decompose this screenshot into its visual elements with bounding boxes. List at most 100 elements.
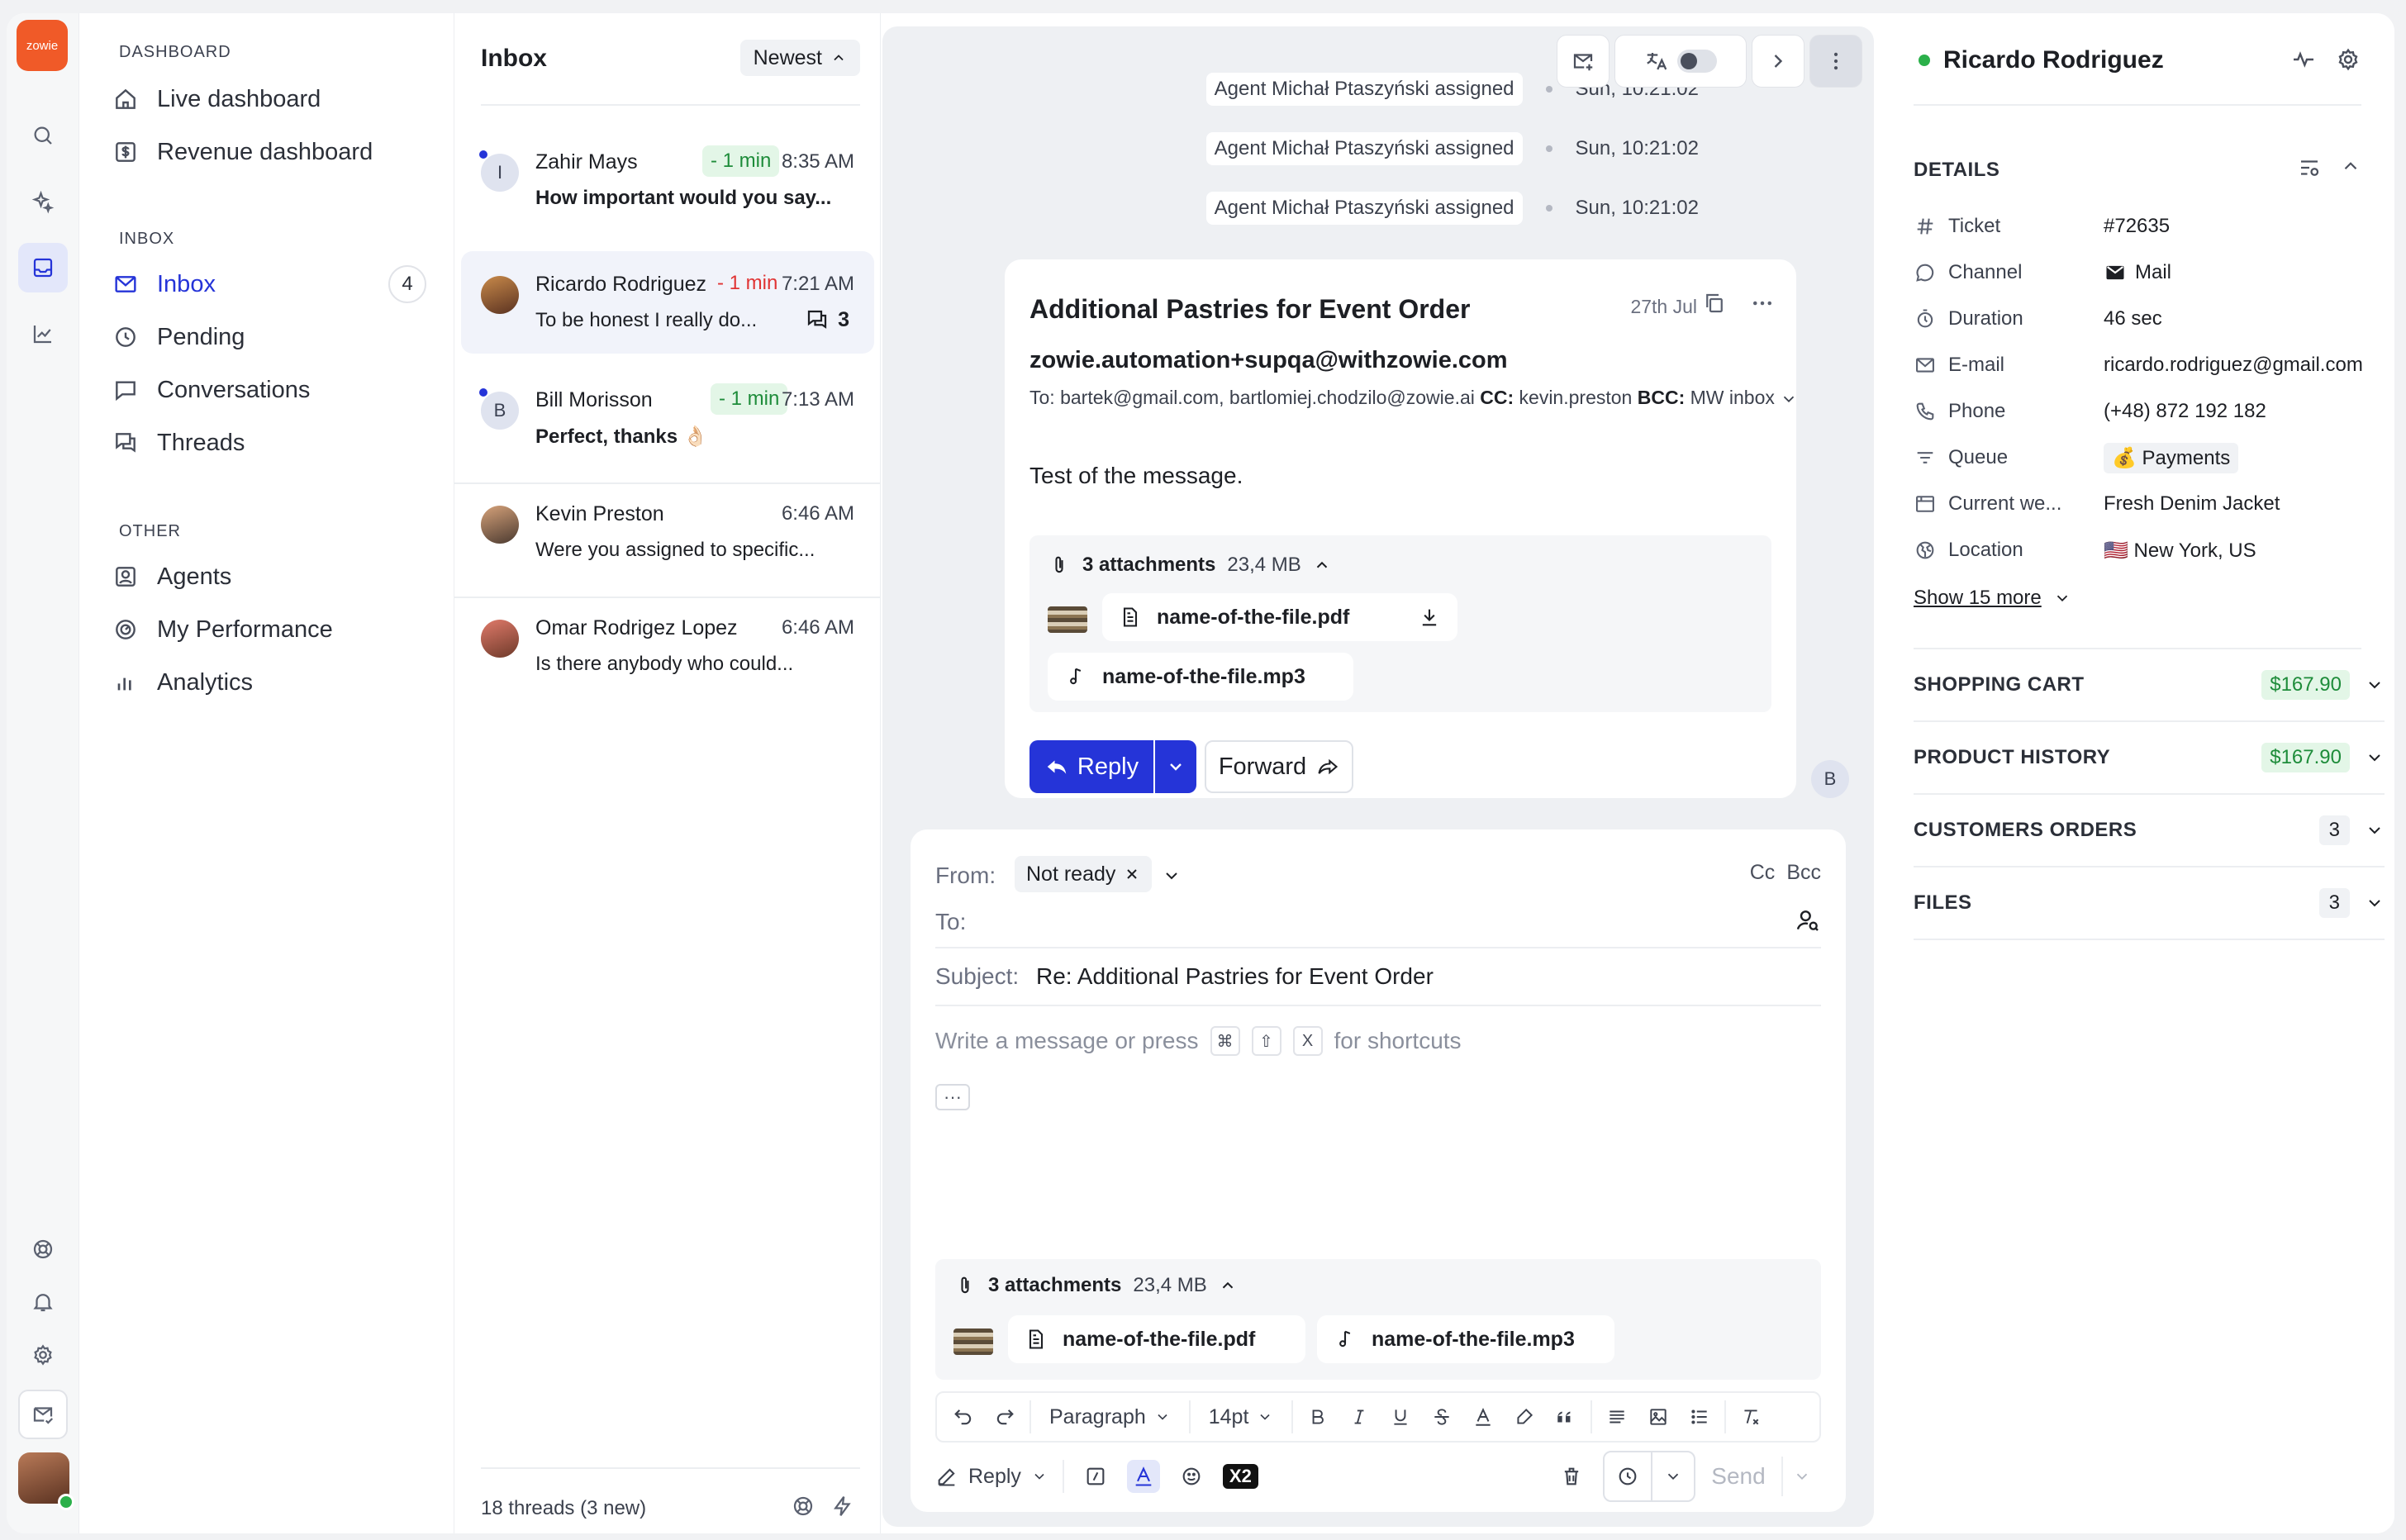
activity-icon[interactable] — [2290, 46, 2317, 73]
copy-icon[interactable] — [1702, 291, 1727, 316]
inbox-icon[interactable] — [18, 243, 68, 292]
accordion-shopping-cart[interactable]: SHOPPING CART $167.90 — [1914, 649, 2385, 722]
image-icon[interactable] — [1642, 1400, 1675, 1433]
download-icon[interactable] — [1418, 606, 1441, 629]
paragraph-style-value: Paragraph — [1049, 1405, 1146, 1428]
mail-add-button[interactable] — [1557, 35, 1610, 88]
settings-icon[interactable] — [18, 1330, 68, 1380]
cc-button[interactable]: Cc — [1750, 861, 1776, 885]
conversation-item[interactable]: Kevin Preston 6:46 AM Were you assigned … — [461, 481, 874, 583]
nav-item-conversations[interactable]: Conversations — [112, 367, 426, 413]
schedule-send[interactable] — [1603, 1451, 1695, 1502]
bold-icon[interactable] — [1301, 1400, 1334, 1433]
nav-item-inbox[interactable]: Inbox 4 — [112, 261, 426, 307]
reply-options-dropdown[interactable] — [1155, 740, 1196, 793]
unread-dot — [478, 149, 489, 160]
from-selector[interactable]: Not ready — [1015, 856, 1153, 892]
nav-item-agents[interactable]: Agents — [112, 554, 426, 600]
settings-icon[interactable] — [2335, 46, 2361, 73]
chevron-down-icon[interactable] — [1162, 866, 1182, 886]
nav-item-label: Analytics — [157, 668, 254, 696]
attachments-header[interactable]: 3 attachments 23,4 MB — [953, 1274, 1237, 1297]
x2-button[interactable]: X2 — [1222, 1464, 1258, 1489]
nav-item-analytics[interactable]: Analytics — [112, 659, 426, 706]
translate-switch[interactable] — [1677, 50, 1717, 73]
help-icon[interactable] — [18, 1224, 68, 1274]
accordion-product-history[interactable]: PRODUCT HISTORY $167.90 — [1914, 722, 2385, 795]
nav-item-revenue-dashboard[interactable]: Revenue dashboard — [112, 129, 426, 175]
slash-command-icon[interactable] — [1079, 1460, 1112, 1493]
more-options-button[interactable] — [1809, 35, 1862, 88]
file-attachment[interactable]: name-of-the-file.pdf — [1102, 593, 1457, 641]
send-options-dropdown[interactable] — [1783, 1460, 1821, 1493]
music-note-icon — [1339, 1330, 1351, 1348]
underline-icon[interactable] — [1384, 1400, 1417, 1433]
nav-item-live-dashboard[interactable]: Live dashboard — [112, 76, 426, 122]
file-attachment[interactable]: name-of-the-file.pdf — [1008, 1315, 1305, 1363]
sparkles-icon[interactable] — [18, 177, 68, 226]
chevron-up-icon[interactable] — [2340, 155, 2361, 177]
quote-icon[interactable] — [1549, 1400, 1582, 1433]
bullet-list-icon[interactable] — [1683, 1400, 1716, 1433]
sort-dropdown[interactable]: Newest — [739, 40, 860, 76]
detail-value[interactable]: ricardo.rodriguez@gmail.com — [2104, 354, 2363, 377]
paragraph-style-select[interactable]: Paragraph — [1039, 1405, 1181, 1429]
translate-toggle[interactable] — [1614, 35, 1747, 88]
reply-button[interactable]: Reply — [1029, 740, 1153, 793]
conversation-item[interactable]: I Zahir Mays - 1 min 8:35 AM How importa… — [461, 129, 874, 231]
conversation-item[interactable]: Ricardo Rodriguez - 1 min 7:21 AM To be … — [461, 251, 874, 354]
lightning-icon[interactable] — [830, 1494, 855, 1519]
threads-icon — [807, 310, 827, 329]
strikethrough-icon[interactable] — [1425, 1400, 1458, 1433]
image-thumbnail[interactable] — [1048, 606, 1087, 633]
clear-formatting-icon[interactable] — [1734, 1400, 1767, 1433]
forward-button[interactable]: Forward — [1205, 740, 1353, 793]
mail-check-icon[interactable] — [18, 1390, 68, 1439]
attachments-header[interactable]: 3 attachments 23,4 MB — [1048, 554, 1331, 577]
close-icon[interactable] — [1124, 866, 1140, 882]
to-input[interactable] — [993, 901, 1770, 939]
text-format-icon[interactable] — [1126, 1460, 1160, 1493]
email-subject: Additional Pastries for Event Order — [1029, 294, 1471, 324]
message-editor[interactable]: Write a message or press ⌘ ⇧ X for short… — [935, 1026, 1462, 1056]
more-options-button[interactable]: ··· — [935, 1084, 970, 1110]
chart-icon[interactable] — [18, 309, 68, 359]
undo-icon[interactable] — [947, 1400, 980, 1433]
text-color-icon[interactable] — [1467, 1400, 1500, 1433]
search-icon[interactable] — [18, 111, 68, 160]
conversation-item[interactable]: B Bill Morisson - 1 min 7:13 AM Perfect,… — [461, 367, 874, 469]
more-horizontal-icon[interactable] — [1750, 291, 1775, 316]
file-attachment[interactable]: name-of-the-file.mp3 — [1317, 1315, 1614, 1363]
file-attachment[interactable]: name-of-the-file.mp3 — [1048, 653, 1353, 701]
highlight-icon[interactable] — [1508, 1400, 1541, 1433]
nav-item-my-performance[interactable]: My Performance — [112, 606, 426, 653]
align-icon[interactable] — [1600, 1400, 1633, 1433]
font-size-select[interactable]: 14pt — [1199, 1405, 1284, 1429]
emoji-icon[interactable] — [1175, 1460, 1208, 1493]
detail-value[interactable]: (+48) 872 192 182 — [2104, 400, 2266, 423]
chevron-down-icon — [1260, 1414, 1271, 1420]
send-button[interactable]: Send — [1695, 1463, 1781, 1490]
accordion-customers-orders[interactable]: CUSTOMERS ORDERS 3 — [1914, 795, 2385, 867]
chevron-down-icon[interactable] — [1780, 390, 1798, 408]
reply-mode-select[interactable]: Reply — [935, 1465, 1048, 1489]
contact-search-icon[interactable] — [1795, 907, 1821, 934]
help-icon[interactable] — [791, 1494, 815, 1519]
zowie-logo[interactable]: zowie — [17, 20, 68, 71]
nav-item-threads[interactable]: Threads — [112, 420, 426, 466]
show-more-link[interactable]: Show 15 more — [1914, 587, 2071, 610]
bell-icon[interactable] — [18, 1277, 68, 1327]
detail-label: Phone — [1948, 400, 2006, 422]
accordion-files[interactable]: FILES 3 — [1914, 867, 2385, 940]
image-thumbnail[interactable] — [953, 1328, 993, 1355]
next-button[interactable] — [1752, 35, 1804, 88]
subject-input[interactable]: Re: Additional Pastries for Event Order — [1036, 963, 1434, 990]
detail-value: Mail — [2135, 261, 2172, 283]
filter-settings-icon[interactable] — [2297, 155, 2322, 180]
italic-icon[interactable] — [1343, 1400, 1376, 1433]
conversation-item[interactable]: Omar Rodrigez Lopez 6:46 AM Is there any… — [461, 595, 874, 697]
trash-icon[interactable] — [1555, 1460, 1588, 1493]
bcc-button[interactable]: Bcc — [1786, 861, 1821, 885]
redo-icon[interactable] — [988, 1400, 1021, 1433]
nav-item-pending[interactable]: Pending — [112, 314, 426, 360]
